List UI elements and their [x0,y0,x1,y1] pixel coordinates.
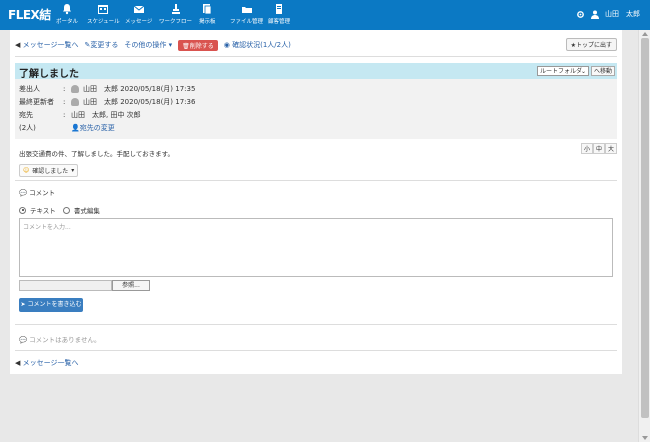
back-link[interactable]: ◀ メッセージ一覧へ [15,40,79,50]
recipient-change-link[interactable]: 👤宛先の変更 [71,123,115,133]
caret-down-icon: ▾ [71,167,75,174]
browse-button[interactable]: 参照... [112,280,150,291]
smile-icon: ☺ [23,167,30,174]
nav-customers[interactable]: 顧客管理 [268,3,290,25]
user-avatar-icon [591,10,599,19]
message-toolbar: ◀ メッセージ一覧へ ✎変更する その他の操作 ▾ 🗑削除する ◉ 確認状況(1… [15,38,617,52]
stamp-icon [171,4,180,14]
scroll-down-icon[interactable] [642,436,648,440]
nav-label: 顧客管理 [268,19,291,25]
scroll-up-icon[interactable] [642,32,648,36]
send-icon: ➤ [20,301,26,308]
caret-left-icon: ◀ [15,359,21,367]
mail-icon [133,5,144,13]
divider [15,350,617,351]
nav-label: スケジュール [87,19,120,25]
updater-value: 山田 太郎 2020/05/18(月) 17:36 [83,98,196,106]
user-icon: 👤 [71,124,80,132]
font-size-medium[interactable]: 中 [592,143,605,154]
message-meta: 差出人: 山田 太郎 2020/05/18(月) 17:35 最終更新者: 山田… [15,79,617,139]
back-link-bottom[interactable]: ◀ メッセージ一覧へ [15,358,79,368]
recipient-count: (2人) [19,124,36,132]
message-title: 了解しました [19,69,79,80]
caret-left-icon: ◀ [15,41,21,49]
person-icon [71,98,79,106]
app-logo[interactable]: FLEX結 [8,6,51,23]
nav-label: ポータル [56,19,79,25]
delete-button[interactable]: 🗑削除する [178,39,218,51]
font-size-small[interactable]: 小 [580,143,593,154]
bell-icon [63,4,71,15]
check-circle-icon: ◉ [223,41,230,49]
no-comment-text: 💬 コメントはありません。 [19,336,101,344]
user-name: 山田 太郎 [605,10,640,18]
user-menu[interactable]: 山田 太郎 [576,9,640,19]
other-actions-dropdown[interactable]: その他の操作 ▾ [124,40,172,50]
customer-icon [276,4,282,14]
comment-mode: テキスト 書式編集 [19,205,100,215]
sender-row: 差出人: 山田 太郎 2020/05/18(月) 17:35 [19,85,196,93]
divider [15,180,617,181]
message-titlebar: 了解しました ルートフォルダ ⌄ へ移動 [15,63,617,80]
board-icon [203,4,212,15]
nav-files[interactable]: ファイル管理 [230,3,263,25]
comment-icon: 💬 [19,189,28,197]
nav-workflow[interactable]: ワークフロー [159,3,192,25]
nav-portal[interactable]: ポータル [56,3,78,25]
mode-rich-radio[interactable] [62,206,70,214]
calendar-icon [98,5,109,14]
recipients-row: 宛先: 山田 太郎, 田中 次郎 [19,111,141,119]
font-size-large[interactable]: 大 [604,143,617,154]
gear-icon[interactable] [576,10,585,19]
scroll-thumb[interactable] [641,38,649,418]
comment-input[interactable]: コメントを入力... [19,218,613,277]
file-path-field[interactable] [19,280,112,291]
reaction-button[interactable]: ☺ 確認しました ▾ [19,164,79,177]
nav-schedule[interactable]: スケジュール [87,3,120,25]
move-button[interactable]: へ移動 [590,66,615,76]
folder-icon [241,7,252,13]
nav-label: メッセージ [125,19,153,25]
recipient-count-row: (2人) 👤宛先の変更 [19,123,115,133]
comment-heading: 💬 コメント [19,189,56,197]
recipients-value: 山田 太郎, 田中 次郎 [71,111,141,119]
comments-icon: 💬 [19,336,28,344]
nav-message[interactable]: メッセージ [125,3,152,25]
message-body: 出張交通費の件、了解しました。手配しておきます。 [19,150,174,158]
font-size-switch: 小 中 大 [580,143,617,154]
updater-row: 最終更新者: 山田 太郎 2020/05/18(月) 17:36 [19,98,196,106]
pin-top-button[interactable]: ★トップに出す [565,38,617,51]
top-navbar: FLEX結 ポータル スケジュール メッセージ ワークフロー 掲示板 ファイル管… [0,0,650,30]
trash-icon: 🗑 [182,42,190,50]
person-icon [71,85,79,93]
folder-select[interactable]: ルートフォルダ ⌄ [537,66,589,76]
nav-label: ファイル管理 [230,19,264,25]
message-detail: ◀ メッセージ一覧へ ✎変更する その他の操作 ▾ 🗑削除する ◉ 確認状況(1… [10,30,622,374]
scrollbar[interactable] [638,30,650,442]
nav-label: ワークフロー [159,19,193,25]
nav-label: 掲示板 [199,19,216,25]
chevron-down-icon: ⌄ [580,68,586,75]
divider [15,56,617,57]
edit-link[interactable]: ✎変更する [85,40,119,50]
nav-board[interactable]: 掲示板 [199,3,216,25]
caret-down-icon: ▾ [166,41,173,49]
sender-value: 山田 太郎 2020/05/18(月) 17:35 [83,85,196,93]
divider [15,324,617,325]
post-comment-button[interactable]: ➤ コメントを書き込む [19,298,83,312]
confirm-status-link[interactable]: ◉ 確認状況(1人/2人) [224,40,291,50]
mode-text-radio[interactable] [19,206,26,214]
